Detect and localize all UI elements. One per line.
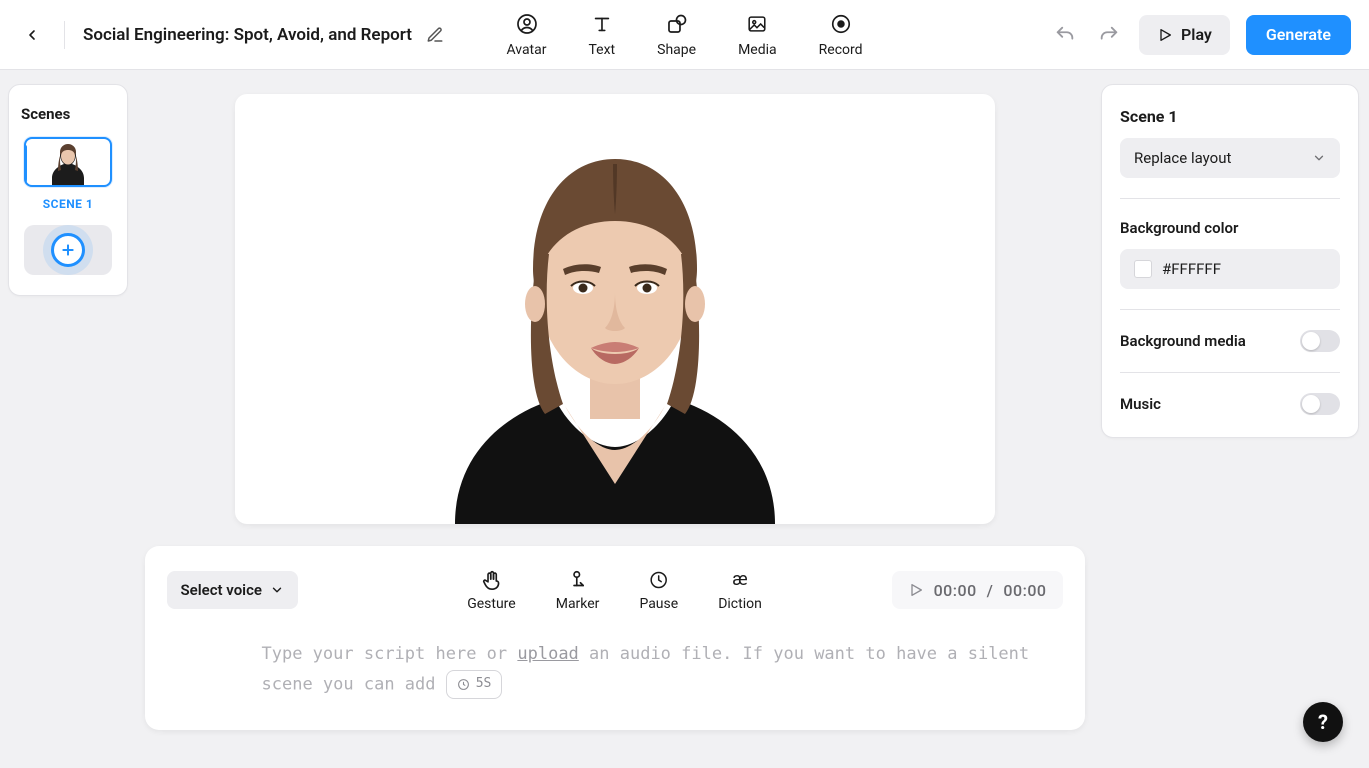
bg-color-input[interactable]: #FFFFFF [1120,249,1340,289]
divider [1120,309,1340,310]
play-outline-icon [908,582,924,598]
project-title: Social Engineering: Spot, Avoid, and Rep… [83,25,412,45]
pause-icon [649,570,669,590]
script-upload-link[interactable]: upload [517,644,578,664]
undo-button[interactable] [1051,21,1079,49]
chevron-left-icon [24,27,40,43]
scene-thumb-1[interactable] [24,137,112,187]
props-scene-title: Scene 1 [1120,107,1340,126]
select-voice-label: Select voice [181,581,262,599]
clock-icon [457,678,470,691]
music-toggle[interactable] [1300,393,1340,415]
help-button[interactable]: ? [1303,702,1343,742]
avatar-thumb-icon [41,138,95,187]
tool-text[interactable]: Text [589,12,616,58]
avatar-icon [514,12,538,36]
separator [64,21,65,49]
script-tool-marker-label: Marker [556,596,600,612]
time-total: 00:00 [1003,581,1046,600]
script-input[interactable]: Type your script here or upload an audio… [167,634,1063,700]
gesture-icon [480,569,502,591]
tool-shape-label: Shape [657,42,696,58]
script-tool-pause[interactable]: Pause [639,569,678,612]
tool-text-label: Text [589,42,616,58]
help-label: ? [1318,710,1328,734]
script-tools: Gesture Marker Pause [467,569,762,612]
play-icon [1157,27,1173,43]
shape-icon [665,12,689,36]
redo-icon [1098,24,1120,46]
bg-media-label: Background media [1120,332,1246,350]
script-tool-diction[interactable]: æ Diction [718,569,762,612]
script-tool-diction-label: Diction [718,596,762,612]
divider [1120,372,1340,373]
script-tool-marker[interactable]: Marker [556,569,600,612]
record-icon [830,13,852,35]
scene-caption-1: SCENE 1 [43,197,94,211]
scenes-panel: Scenes SCENE 1 [8,84,128,296]
bg-media-toggle[interactable] [1300,330,1340,352]
workspace: Scenes SCENE 1 [0,70,1369,768]
media-icon [746,13,768,35]
text-icon [591,13,613,35]
tool-avatar[interactable]: Avatar [506,12,546,58]
silent-chip[interactable]: 5S [446,670,503,699]
play-label: Play [1181,25,1212,44]
topbar-left: Social Engineering: Spot, Avoid, and Rep… [18,21,444,49]
tool-shape[interactable]: Shape [657,12,696,58]
play-button[interactable]: Play [1139,15,1230,55]
edit-title-button[interactable] [426,26,444,44]
generate-label: Generate [1266,25,1331,44]
plus-icon [60,242,76,258]
properties-panel: Scene 1 Replace layout Background color … [1101,84,1359,438]
tool-media-label: Media [738,42,777,58]
music-label: Music [1120,395,1161,413]
avatar-main-illustration [395,104,835,524]
time-current: 00:00 [934,581,977,600]
redo-button[interactable] [1095,21,1123,49]
title-wrap: Social Engineering: Spot, Avoid, and Rep… [83,25,444,45]
canvas[interactable] [235,94,995,524]
bg-media-row: Background media [1120,330,1340,352]
timecode[interactable]: 00:00 / 00:00 [892,571,1063,609]
topbar-right: Play Generate [1051,15,1351,55]
chevron-down-icon [1312,151,1326,165]
back-button[interactable] [18,21,46,49]
script-tool-pause-label: Pause [639,596,678,612]
scenes-title: Scenes [21,105,70,123]
script-tool-gesture[interactable]: Gesture [467,569,516,612]
music-row: Music [1120,393,1340,415]
divider [1120,198,1340,199]
script-top: Select voice Gesture Marker [167,564,1063,616]
pencil-icon [426,26,444,44]
marker-icon [567,569,589,591]
generate-button[interactable]: Generate [1246,15,1351,55]
undo-icon [1054,24,1076,46]
time-sep: / [987,581,994,600]
bg-color-swatch [1134,260,1152,278]
replace-layout-label: Replace layout [1134,149,1231,167]
topbar: Social Engineering: Spot, Avoid, and Rep… [0,0,1369,70]
topbar-center-tools: Avatar Text Shape Media Record [506,12,862,58]
tool-avatar-label: Avatar [506,42,546,58]
tool-record[interactable]: Record [819,12,863,58]
select-voice-button[interactable]: Select voice [167,571,298,609]
diction-icon: æ [732,571,747,589]
script-tool-gesture-label: Gesture [467,596,516,612]
script-panel: Select voice Gesture Marker [145,546,1085,730]
tool-media[interactable]: Media [738,12,777,58]
script-placeholder-pre: Type your script here or [262,644,518,664]
bg-color-value: #FFFFFF [1162,260,1221,278]
center-area: Select voice Gesture Marker [128,70,1101,768]
add-scene-button[interactable] [24,225,112,275]
silent-chip-label: 5S [476,673,492,696]
tool-record-label: Record [819,42,863,58]
replace-layout-dropdown[interactable]: Replace layout [1120,138,1340,178]
bg-color-label: Background color [1120,219,1340,237]
chevron-down-icon [270,583,284,597]
